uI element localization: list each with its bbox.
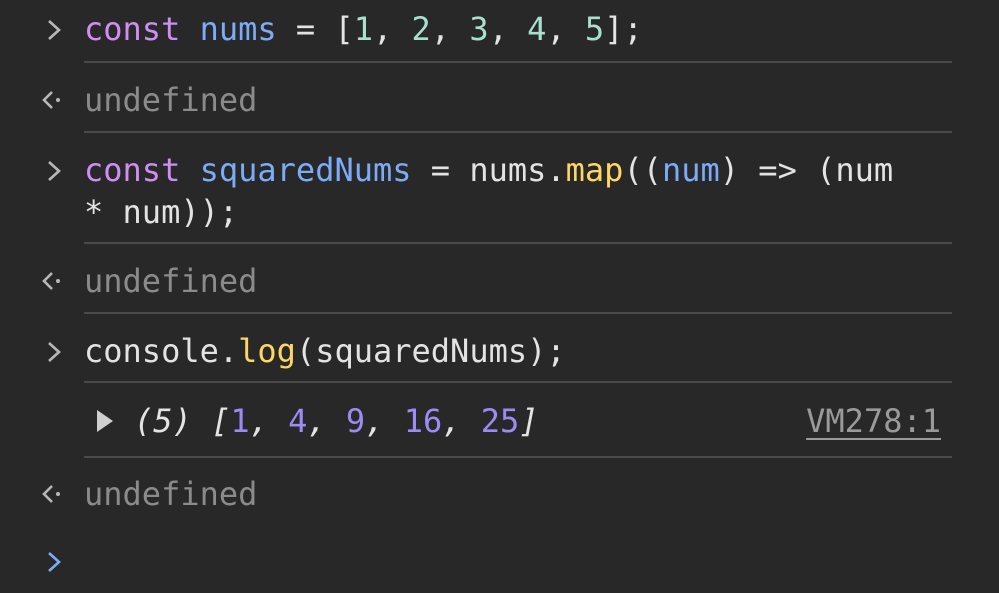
console-prompt[interactable] <box>0 540 999 582</box>
return-arrow-icon <box>36 87 72 113</box>
code-token: , <box>372 10 412 48</box>
code-token: const <box>84 10 181 48</box>
code-token: (( <box>623 151 662 189</box>
code-token: console. <box>84 332 239 370</box>
code-token: 25 <box>480 402 520 440</box>
code-token: nums <box>199 10 277 48</box>
code-token: map <box>565 151 624 189</box>
code-token: (squaredNums); <box>295 332 566 370</box>
code-token: = nums. <box>411 151 566 189</box>
code-token: , <box>307 402 346 440</box>
code-token: 4 <box>288 402 308 440</box>
console-log-output[interactable]: (5) [1, 4, 9, 16, 25] <box>134 400 774 442</box>
code-token: (5) [ <box>134 402 231 440</box>
code-token: 9 <box>345 402 366 440</box>
code-token: , <box>249 402 289 440</box>
console-input-code: console.log(squaredNums); <box>84 330 952 372</box>
code-token: squaredNums <box>199 151 412 189</box>
divider <box>84 381 952 383</box>
code-token: 2 <box>411 10 431 48</box>
console-input-code: const squaredNums = nums.map((num) => (n… <box>84 149 952 233</box>
code-token: , <box>546 10 585 48</box>
console-result-value: undefined <box>84 81 258 119</box>
code-token: num <box>661 151 720 189</box>
chevron-right-icon <box>36 159 72 183</box>
triangle-right-icon[interactable] <box>96 409 116 433</box>
code-token: 5 <box>584 10 605 48</box>
source-link[interactable]: VM278:1 <box>806 400 941 442</box>
console-result-value: undefined <box>84 475 258 513</box>
code-token: , <box>488 10 528 48</box>
code-token: 1 <box>353 10 373 48</box>
code-token: = [ <box>276 10 354 48</box>
code-token: 16 <box>403 402 443 440</box>
return-arrow-icon <box>36 268 72 294</box>
console-result-value: undefined <box>84 262 258 300</box>
code-token: , <box>442 402 481 440</box>
chevron-right-icon <box>36 550 72 574</box>
console-log-entry: (5) [1, 4, 9, 16, 25] VM278:1 <box>0 400 999 442</box>
return-arrow-icon <box>36 481 72 507</box>
code-token: 4 <box>527 10 547 48</box>
divider <box>84 456 952 458</box>
code-token: const <box>84 151 181 189</box>
chevron-right-icon <box>36 18 72 42</box>
code-token: , <box>430 10 470 48</box>
console-prompt-input[interactable] <box>84 540 952 582</box>
code-token: 3 <box>469 10 489 48</box>
code-token: 1 <box>230 402 250 440</box>
divider <box>84 61 952 63</box>
divider <box>84 131 952 133</box>
code-token: ] <box>519 402 539 440</box>
divider <box>84 312 952 314</box>
code-token: log <box>238 332 296 370</box>
code-token: , <box>365 402 404 440</box>
code-token: ]; <box>604 10 643 48</box>
devtools-console: const nums = [1, 2, 3, 4, 5]; undefined … <box>0 0 999 593</box>
chevron-right-icon <box>36 340 72 364</box>
divider <box>84 242 952 244</box>
console-input-code: const nums = [1, 2, 3, 4, 5]; <box>84 8 952 50</box>
